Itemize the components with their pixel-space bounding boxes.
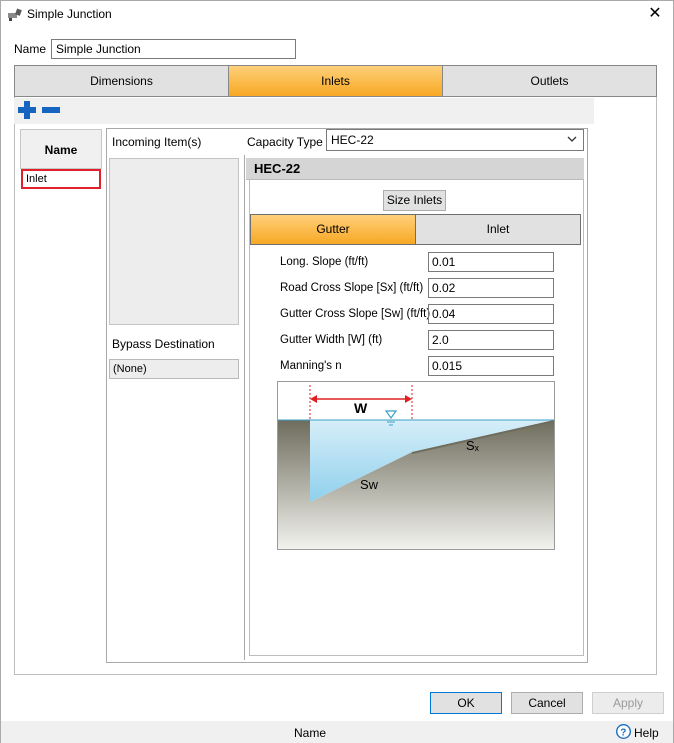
long-slope-label: Long. Slope (ft/ft): [280, 256, 369, 268]
gutter-width-label: Gutter Width [W] (ft): [280, 334, 383, 346]
w-arrow-right: [405, 395, 412, 403]
capacity-type-label: Capacity Type: [247, 135, 323, 149]
tab-inlets[interactable]: Inlets: [229, 66, 443, 96]
size-inlets-button[interactable]: Size Inlets: [383, 190, 446, 211]
w-arrow-left: [310, 395, 317, 403]
road-cross-slope-input[interactable]: 0.02: [428, 278, 554, 298]
svg-text:?: ?: [620, 728, 626, 739]
mannings-n-label: Manning's n: [280, 360, 342, 372]
incoming-items-label: Incoming Item(s): [112, 135, 202, 149]
tab-inlet[interactable]: Inlet: [416, 215, 580, 244]
window-title: Simple Junction: [27, 7, 112, 21]
road-cross-slope-label: Road Cross Slope [Sx] (ft/ft): [280, 282, 424, 294]
junction-app-icon: [8, 8, 22, 21]
remove-inlet-icon[interactable]: [42, 101, 60, 119]
sw-label: Sw: [360, 477, 379, 492]
add-inlet-icon[interactable]: [18, 101, 36, 119]
main-tabs: Dimensions Inlets Outlets: [14, 65, 657, 97]
status-bar: Name ? Help: [1, 721, 673, 743]
gutter-cross-slope-input[interactable]: 0.04: [428, 304, 554, 324]
title-bar: Simple Junction ✕: [1, 1, 673, 29]
chevron-down-icon: [567, 136, 577, 142]
ok-button[interactable]: OK: [430, 692, 502, 714]
mannings-n-input[interactable]: 0.015: [428, 356, 554, 376]
tab-gutter[interactable]: Gutter: [251, 215, 416, 244]
incoming-items-list[interactable]: [109, 158, 239, 325]
list-item-inlet[interactable]: Inlet: [21, 169, 101, 189]
bypass-destination-label: Bypass Destination: [112, 337, 215, 351]
capacity-type-select[interactable]: HEC-22: [326, 129, 584, 151]
hec22-subtabs: Gutter Inlet: [250, 214, 581, 245]
sx-label: Sₓ: [466, 438, 480, 453]
close-icon[interactable]: ✕: [645, 4, 665, 24]
long-slope-input[interactable]: 0.01: [428, 252, 554, 272]
gutter-diagram: W Sₓ Sw: [277, 381, 555, 550]
tab-dimensions[interactable]: Dimensions: [15, 66, 229, 96]
cancel-button[interactable]: Cancel: [511, 692, 583, 714]
tab-outlets[interactable]: Outlets: [443, 66, 656, 96]
hec22-section-title: HEC-22: [246, 158, 584, 180]
apply-button[interactable]: Apply: [592, 692, 664, 714]
help-link[interactable]: Help: [634, 726, 659, 740]
gutter-cross-section-figure: W Sₓ Sw: [278, 385, 554, 549]
status-name-text: Name: [294, 726, 327, 740]
column-divider: [244, 155, 245, 660]
name-label: Name: [14, 42, 47, 56]
w-label: W: [354, 400, 368, 416]
capacity-type-value: HEC-22: [331, 133, 374, 147]
list-header-name[interactable]: Name: [20, 129, 102, 169]
help-icon[interactable]: ?: [616, 724, 631, 739]
bypass-destination-field[interactable]: (None): [109, 359, 239, 379]
simple-junction-dialog: Simple Junction ✕ Name Simple Junction D…: [0, 0, 674, 743]
gutter-cross-slope-label: Gutter Cross Slope [Sw] (ft/ft): [280, 308, 431, 320]
gutter-width-input[interactable]: 2.0: [428, 330, 554, 350]
inlet-list: Name Inlet: [20, 129, 102, 665]
list-toolbar: [14, 98, 594, 124]
name-input[interactable]: Simple Junction: [51, 39, 296, 59]
